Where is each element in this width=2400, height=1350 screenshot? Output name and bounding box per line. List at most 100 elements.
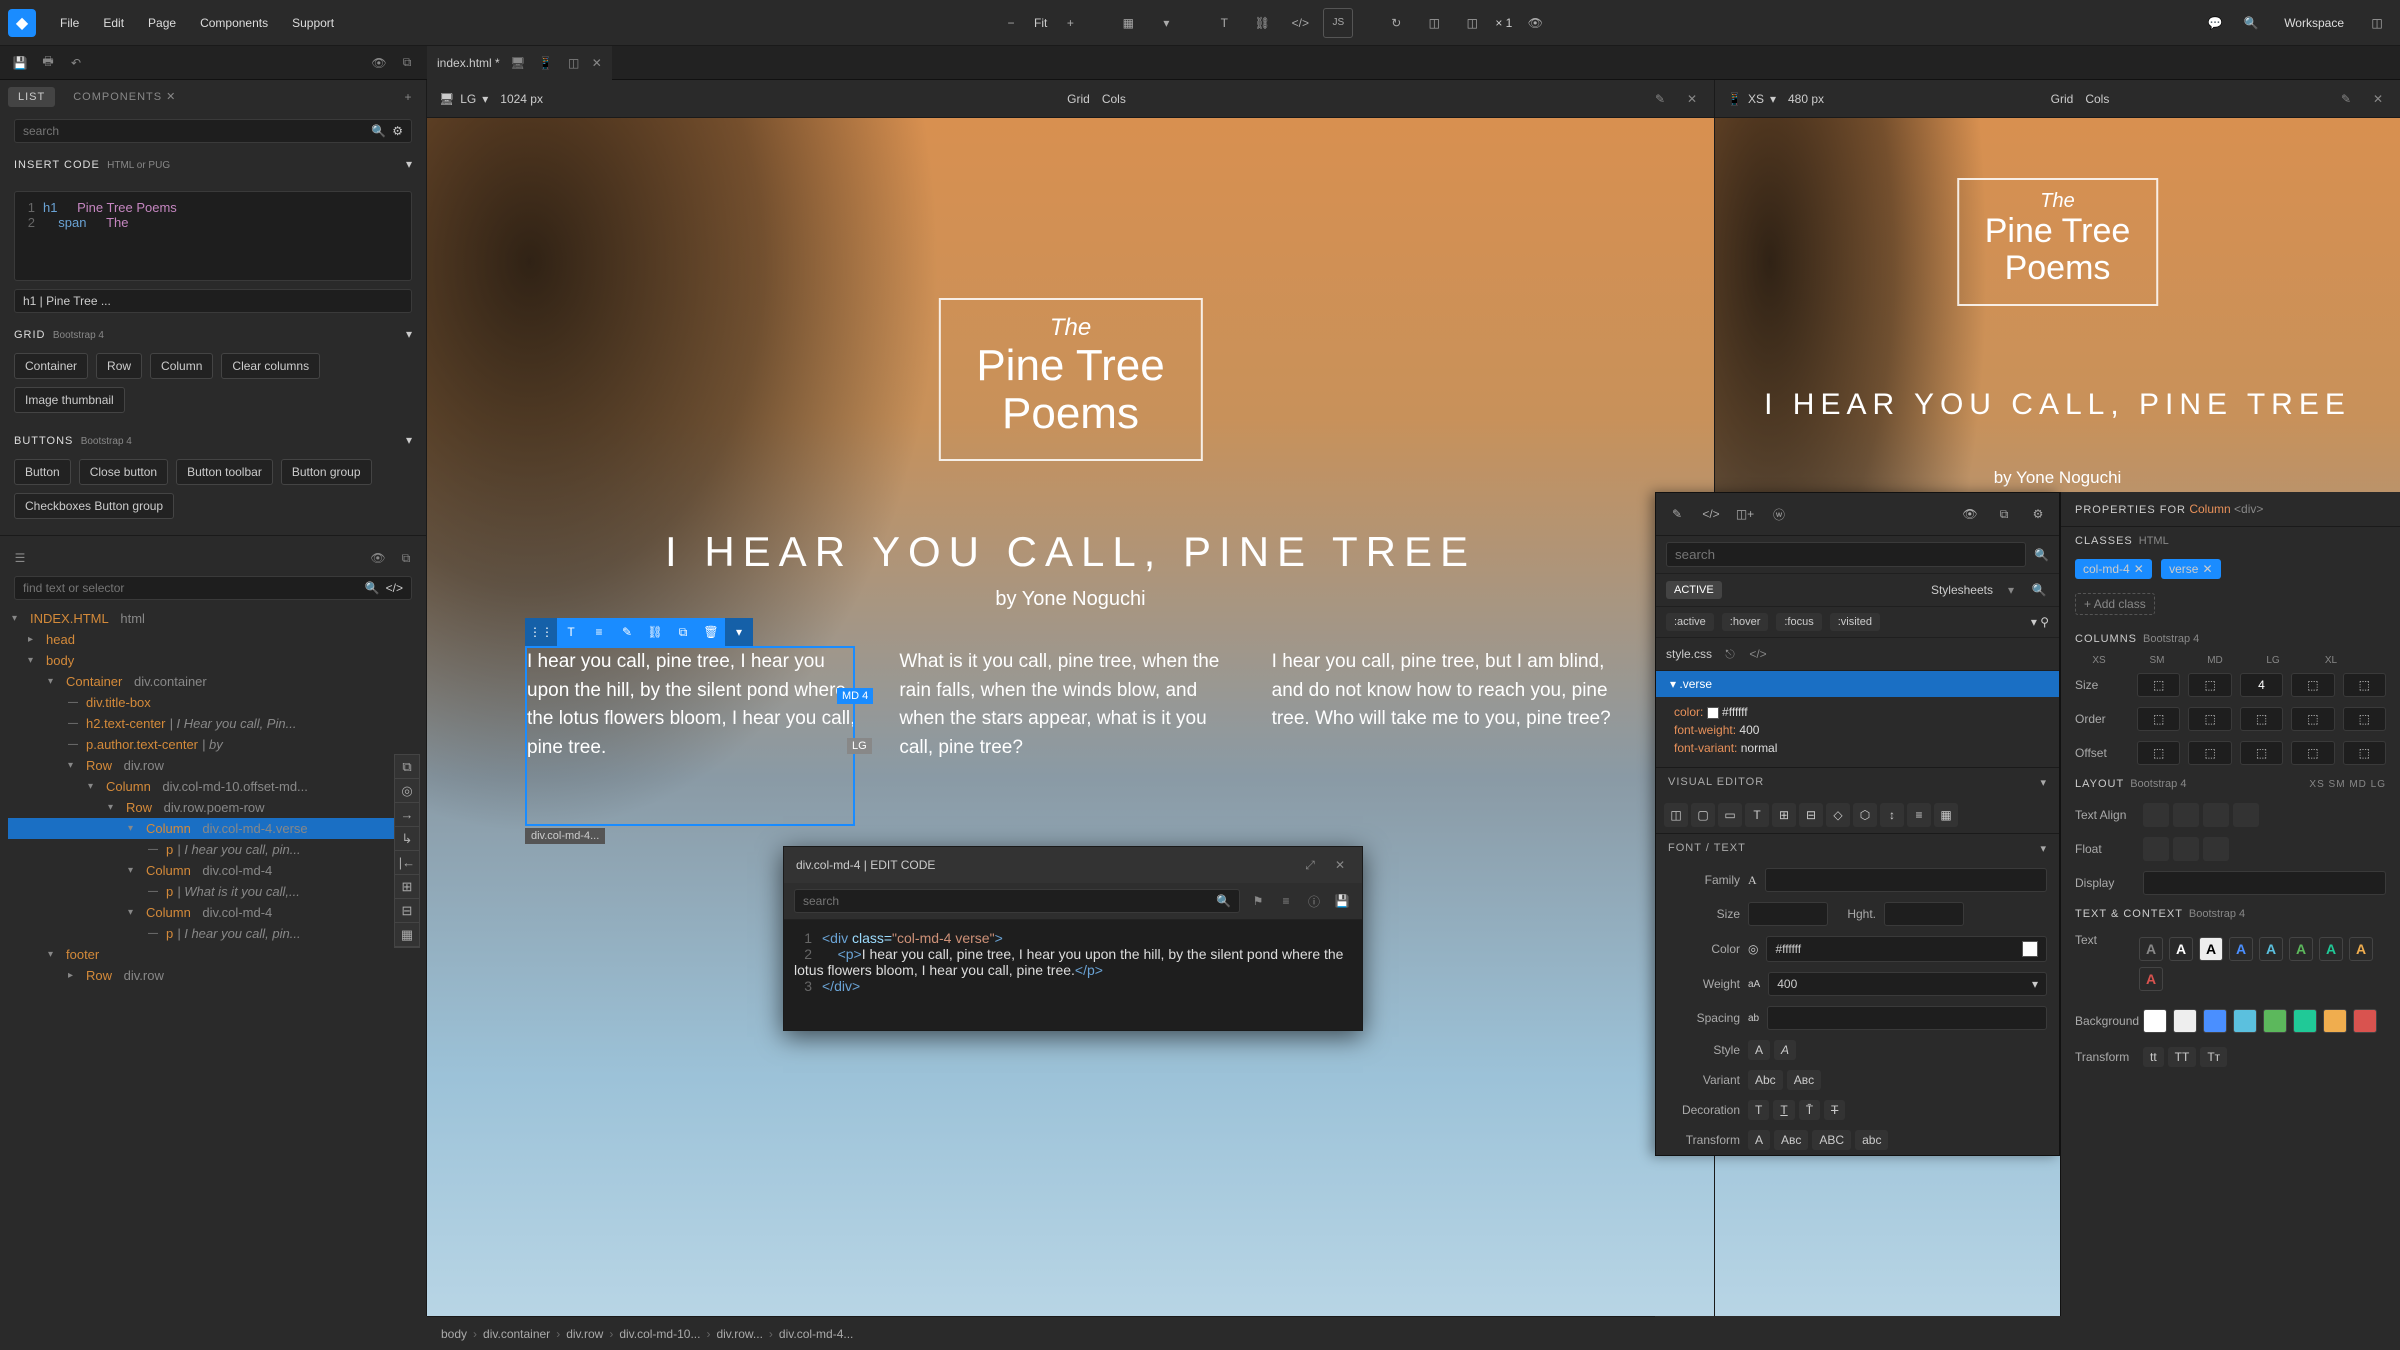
wand-icon[interactable]: ✎ bbox=[2336, 89, 2356, 109]
panel-icon-2[interactable]: ◫ bbox=[1457, 8, 1487, 38]
drag-handle-icon[interactable]: ⋮⋮ bbox=[525, 618, 557, 646]
pseudo-state[interactable]: :active bbox=[1666, 613, 1714, 631]
align-right[interactable] bbox=[2203, 803, 2229, 827]
visual-editor-header[interactable]: VISUAL EDITOR bbox=[1668, 776, 1764, 789]
button-chip[interactable]: Checkboxes Button group bbox=[14, 493, 174, 519]
grid-toggle[interactable]: Grid bbox=[1067, 92, 1090, 106]
deco-none[interactable]: T bbox=[1748, 1100, 1769, 1120]
tree-tool-icon[interactable]: ⧉ bbox=[395, 755, 419, 779]
text-teal[interactable]: A bbox=[2319, 937, 2343, 961]
breadcrumb-item[interactable]: div.row... bbox=[716, 1327, 762, 1341]
text-warning[interactable]: A bbox=[2349, 937, 2373, 961]
font-family-field[interactable] bbox=[1765, 868, 2047, 892]
tree-root[interactable]: ▾INDEX.HTML html bbox=[8, 608, 418, 629]
css-rule[interactable]: ▾ .verse bbox=[1656, 671, 2059, 697]
style-search-input[interactable] bbox=[1666, 542, 2026, 567]
eye-icon[interactable]: 👁 bbox=[1955, 499, 1985, 529]
class-chip[interactable]: col-md-4 ✕ bbox=[2075, 559, 2152, 579]
tree-item[interactable]: ▾Column div.col-md-4.verse bbox=[8, 818, 418, 839]
close-tab-icon[interactable]: ✕ bbox=[592, 56, 602, 70]
bg-primary[interactable] bbox=[2203, 1009, 2227, 1033]
tree-item[interactable]: ▾Container div.container bbox=[8, 671, 418, 692]
line-height-field[interactable] bbox=[1884, 902, 1964, 926]
locate-icon[interactable]: ⎋ bbox=[1720, 644, 1740, 664]
tab-list[interactable]: LIST bbox=[8, 87, 55, 107]
visual-tool-icon[interactable]: T bbox=[1745, 803, 1769, 827]
text-danger[interactable]: A bbox=[2139, 967, 2163, 991]
grid-chip[interactable]: Container bbox=[14, 353, 88, 379]
js-tool-icon[interactable]: JS bbox=[1323, 8, 1353, 38]
css-file[interactable]: style.css bbox=[1666, 647, 1712, 661]
visual-tool-icon[interactable]: ⊟ bbox=[1799, 803, 1823, 827]
tr-3[interactable]: ABC bbox=[1812, 1130, 1851, 1150]
zoom-fit[interactable]: Fit bbox=[1034, 16, 1047, 30]
grid-icon[interactable]: ▦ bbox=[1113, 8, 1143, 38]
grid-chip[interactable]: Clear columns bbox=[221, 353, 320, 379]
add-tab-icon[interactable]: + bbox=[398, 87, 418, 107]
visual-tool-icon[interactable]: ▢ bbox=[1691, 803, 1715, 827]
tree-tool-icon[interactable]: ▦ bbox=[395, 923, 419, 947]
components-search[interactable]: 🔍 ⚙ bbox=[14, 119, 412, 143]
class-chip[interactable]: verse ✕ bbox=[2161, 559, 2220, 579]
tree-item[interactable]: —div.title-box bbox=[8, 692, 418, 713]
style-italic[interactable]: A bbox=[1774, 1040, 1796, 1060]
grid-chip[interactable]: Image thumbnail bbox=[14, 387, 125, 413]
delete-icon[interactable]: 🗑 bbox=[697, 618, 725, 646]
tree-item[interactable]: —p.author.text-center | by bbox=[8, 734, 418, 755]
button-chip[interactable]: Close button bbox=[79, 459, 168, 485]
tree-icon[interactable]: ☰ bbox=[10, 548, 30, 568]
undo-icon[interactable]: ↶ bbox=[66, 53, 86, 73]
letter-spacing-field[interactable] bbox=[1767, 1006, 2047, 1030]
style-normal[interactable]: A bbox=[1748, 1040, 1770, 1060]
visual-tool-icon[interactable]: ◇ bbox=[1826, 803, 1850, 827]
button-chip[interactable]: Button bbox=[14, 459, 71, 485]
menu-page[interactable]: Page bbox=[136, 10, 188, 36]
tt-1[interactable]: tt bbox=[2143, 1047, 2164, 1067]
tr-1[interactable]: A bbox=[1748, 1130, 1770, 1150]
search-rules-icon[interactable]: 🔍 bbox=[2029, 580, 2049, 600]
pseudo-state[interactable]: :focus bbox=[1776, 613, 1821, 631]
tree-item[interactable]: ▾Row div.row bbox=[8, 755, 418, 776]
menu-edit[interactable]: Edit bbox=[91, 10, 136, 36]
tt-3[interactable]: Tᴛ bbox=[2200, 1047, 2227, 1067]
save-snippet-icon[interactable]: 💾 bbox=[1332, 891, 1352, 911]
add-panel-icon[interactable]: ◫+ bbox=[1730, 499, 1760, 529]
info-icon[interactable]: ⓘ bbox=[1304, 891, 1324, 911]
pseudo-state[interactable]: :visited bbox=[1830, 613, 1880, 631]
visual-tool-icon[interactable]: ◫ bbox=[1664, 803, 1688, 827]
tree-item[interactable]: —p | I hear you call, pin... bbox=[8, 923, 418, 944]
settings-icon[interactable]: ⚙ bbox=[2023, 499, 2053, 529]
copy-icon[interactable]: ⧉ bbox=[397, 53, 417, 73]
deco-overline[interactable]: T̄ bbox=[1799, 1100, 1820, 1120]
workspace-menu[interactable]: Workspace bbox=[2272, 10, 2356, 36]
breadcrumb-item[interactable]: div.row bbox=[566, 1327, 603, 1341]
verse-3[interactable]: I hear you call, pine tree, but I am bli… bbox=[1272, 648, 1614, 762]
tree-item[interactable]: —p | What is it you call,... bbox=[8, 881, 418, 902]
visual-tool-icon[interactable]: ⬡ bbox=[1853, 803, 1877, 827]
code-tool-icon[interactable]: </> bbox=[1285, 8, 1315, 38]
file-tab[interactable]: index.html * 🖥 📱 ◫ ✕ bbox=[427, 46, 612, 80]
bg-danger[interactable] bbox=[2353, 1009, 2377, 1033]
zoom-in-icon[interactable]: + bbox=[1055, 8, 1085, 38]
float-none[interactable] bbox=[2203, 837, 2229, 861]
canvas-lg[interactable]: The Pine TreePoems I HEAR YOU CALL, PINE… bbox=[427, 118, 1714, 1316]
size-xl[interactable]: ⬚ bbox=[2343, 673, 2386, 697]
size-lg[interactable]: ⬚ bbox=[2291, 673, 2334, 697]
variant-normal[interactable]: Abc bbox=[1748, 1070, 1783, 1090]
tree-tool-icon[interactable]: ⊞ bbox=[395, 875, 419, 899]
breadcrumb-item[interactable]: div.col-md-10... bbox=[619, 1327, 700, 1341]
device-mobile-icon[interactable]: 📱 bbox=[536, 53, 556, 73]
font-weight-field[interactable]: 400▾ bbox=[1768, 972, 2047, 996]
display-field[interactable] bbox=[2143, 871, 2386, 895]
link-tool-icon[interactable]: ⛓ bbox=[1247, 8, 1277, 38]
title-box[interactable]: The Pine TreePoems bbox=[938, 298, 1202, 461]
bg-teal[interactable] bbox=[2293, 1009, 2317, 1033]
wand-icon[interactable]: ✎ bbox=[1662, 499, 1692, 529]
tree-search-input[interactable] bbox=[23, 581, 365, 595]
link-icon[interactable]: ⛓ bbox=[641, 618, 669, 646]
tree-item[interactable]: ▾Column div.col-md-10.offset-md... bbox=[8, 776, 418, 797]
bg-warning[interactable] bbox=[2323, 1009, 2347, 1033]
popup-search-input[interactable] bbox=[803, 894, 1216, 908]
code-editor[interactable]: 1h1 Pine Tree Poems 2 span The bbox=[14, 191, 412, 281]
text-white[interactable]: A bbox=[2169, 937, 2193, 961]
